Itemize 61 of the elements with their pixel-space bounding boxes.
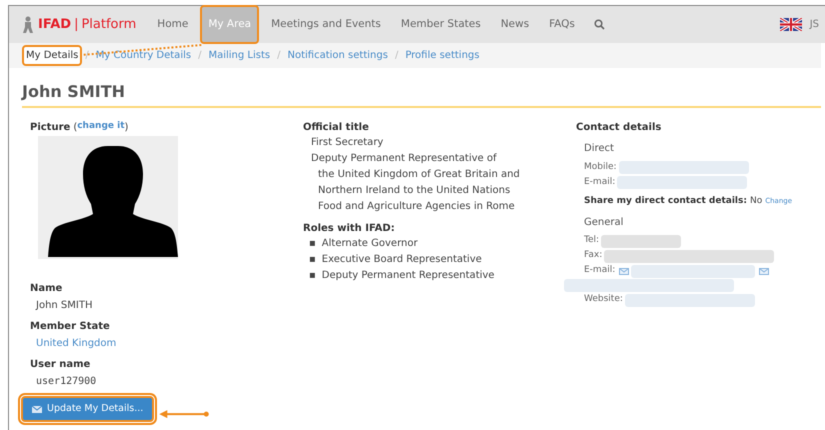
subnav-link[interactable]: Profile settings — [402, 46, 482, 65]
title-line: Northern Ireland to the United Nations — [317, 184, 512, 198]
share-label: Share my direct contact details: — [584, 195, 747, 208]
subnav-link[interactable]: Mailing Lists — [205, 46, 274, 65]
field-value: John SMITH — [34, 299, 94, 312]
title-line: the United Kingdom of Great Britain and — [317, 168, 521, 182]
flag-icon[interactable] — [780, 18, 802, 31]
brand-name[interactable]: IFAD — [38, 14, 72, 34]
paren: ) — [124, 121, 128, 135]
page-title: John SMITH — [22, 80, 821, 108]
product-name[interactable]: Platform — [81, 14, 136, 34]
share-value: No — [750, 195, 762, 208]
breadcrumb-separator: / — [85, 49, 89, 63]
contact-label: Fax: — [584, 249, 602, 262]
field-label: Picture — [30, 121, 70, 135]
contact-label: Website: — [584, 293, 623, 306]
envelope-icon — [619, 268, 630, 274]
nav-link[interactable]: My Area — [201, 6, 258, 43]
bullet: ▪ — [309, 253, 316, 267]
envelope-icon — [759, 268, 770, 274]
group-title: Direct — [583, 142, 615, 156]
nav-link[interactable]: Meetings and Events — [264, 6, 388, 43]
contact-label: E-mail: — [584, 264, 616, 278]
role-item: Alternate Governor — [322, 237, 418, 251]
subnav-link[interactable]: My Details — [23, 46, 82, 65]
envelope-icon — [32, 406, 42, 413]
logo-icon — [21, 16, 35, 34]
field-label: Member State — [30, 320, 111, 334]
title-line: First Secretary — [310, 136, 384, 150]
nav-link[interactable]: Home — [150, 6, 196, 43]
field-label: Name — [30, 282, 64, 296]
nav-link[interactable]: News — [494, 6, 536, 43]
section-heading: Official title — [303, 121, 370, 135]
title-line: Food and Agriculture Agencies in Rome — [317, 200, 516, 214]
bullet: ▪ — [309, 237, 316, 251]
breadcrumb-separator: / — [277, 49, 280, 63]
user-initials[interactable]: JS — [810, 17, 819, 32]
field-value: user127900 — [35, 375, 98, 388]
contact-label: Mobile: — [584, 160, 617, 174]
contact-label: E-mail: — [584, 176, 616, 189]
section-heading: Contact details — [576, 121, 662, 135]
nav-link[interactable]: Member States — [394, 6, 488, 43]
section-heading: Roles with IFAD: — [303, 222, 396, 236]
field-label: User name — [30, 358, 92, 372]
breadcrumb-separator: / — [394, 49, 398, 63]
role-item: Deputy Permanent Representative — [322, 269, 494, 283]
change-link[interactable]: change it — [77, 120, 125, 135]
title-line: Deputy Permanent Representative of — [310, 152, 498, 166]
role-item: Executive Board Representative — [322, 253, 482, 267]
bullet: ▪ — [309, 269, 316, 283]
nav-link[interactable]: FAQs — [542, 6, 582, 43]
search-icon[interactable] — [594, 19, 605, 30]
contact-label: Tel: — [584, 234, 600, 248]
group-title: General — [583, 216, 624, 230]
brand-separator: | — [74, 16, 78, 34]
paren: ( — [73, 121, 78, 135]
field-link[interactable]: United Kingdom — [30, 337, 303, 350]
subnav-link[interactable]: Notification settings — [284, 46, 391, 65]
update-button[interactable]: Update My Details... — [22, 397, 154, 422]
annotation-arrow — [159, 410, 209, 418]
breadcrumb-separator: / — [198, 49, 202, 63]
